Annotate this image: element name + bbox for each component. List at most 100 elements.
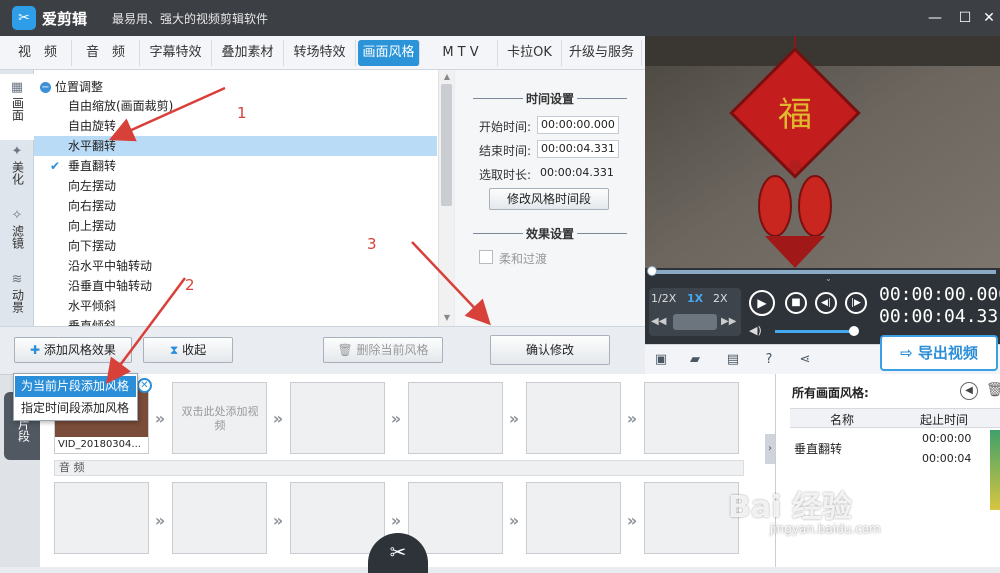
effect-group-header[interactable]: − 位置调整 [40, 78, 103, 94]
annotation-number-2: 2 [185, 276, 195, 294]
audio-slot[interactable] [172, 482, 267, 554]
tab-transitions[interactable]: 转场特效 [284, 40, 356, 66]
transition-arrow-icon: » [272, 409, 284, 428]
effect-item[interactable]: 自由缩放(画面裁剪) [34, 96, 437, 116]
filter-wand-icon: ✧ [11, 208, 23, 223]
remove-clip-icon[interactable]: ✕ [137, 378, 152, 393]
collapse-button[interactable]: ⧗ 收起 [143, 337, 233, 363]
audio-slot[interactable] [290, 482, 385, 554]
prev-frame-button[interactable]: ◀| [815, 292, 837, 314]
empty-clip-slot[interactable] [408, 382, 503, 454]
volume-icon[interactable]: ◀) [749, 324, 762, 337]
tab-overlay[interactable]: 叠加素材 [212, 40, 284, 66]
delete-style-icon[interactable]: 🗑 [986, 382, 1000, 398]
effect-item[interactable]: 水平倾斜 [34, 296, 437, 316]
help-icon[interactable]: ? [759, 351, 779, 369]
add-effect-button[interactable]: ✚ 添加风格效果 [14, 337, 132, 363]
empty-clip-slot[interactable] [290, 382, 385, 454]
transition-arrow-icon: » [626, 409, 638, 428]
share-icon[interactable]: ⋖ [795, 351, 815, 369]
scroll-thumb[interactable] [441, 84, 452, 206]
effect-item[interactable]: 向右摆动 [34, 196, 437, 216]
effect-item-checked[interactable]: ✔ 垂直翻转 [34, 156, 437, 176]
audio-slot[interactable] [526, 482, 621, 554]
effect-item[interactable]: 向上摆动 [34, 216, 437, 236]
chevron-down-icon[interactable]: ⌄ [825, 274, 832, 283]
effect-item-selected[interactable]: 水平翻转 [34, 136, 437, 156]
style-row-name[interactable]: 垂直翻转 [794, 440, 842, 457]
effect-item[interactable]: 自由旋转 [34, 116, 437, 136]
group-label: 位置调整 [55, 80, 104, 94]
main-tab-bar: 视 频 音 频 字幕特效 叠加素材 转场特效 画面风格 M T V 卡拉OK 升… [0, 36, 645, 70]
effect-item-label: 垂直翻转 [68, 159, 117, 173]
save-icon[interactable]: ▤ [723, 351, 743, 369]
volume-handle[interactable] [849, 326, 859, 336]
speed-2x-button[interactable]: 2X [713, 292, 728, 305]
audio-slot[interactable] [54, 482, 149, 554]
empty-clip-slot[interactable]: 双击此处添加视频 [172, 382, 267, 454]
minimize-button[interactable]: — [922, 6, 948, 30]
tab-upgrade[interactable]: 升级与服务 [562, 40, 642, 66]
jog-dial[interactable] [673, 314, 717, 330]
effect-item[interactable]: 沿水平中轴转动 [34, 256, 437, 276]
speed-half-button[interactable]: 1/2X [651, 292, 676, 305]
collapse-icon[interactable]: − [40, 82, 51, 93]
hourglass-icon: ⧗ [169, 343, 183, 357]
progress-handle[interactable] [647, 266, 657, 276]
end-time-field[interactable]: 00:00:04.331 [537, 140, 619, 158]
fast-forward-icon[interactable]: ▶▶ [721, 316, 736, 327]
effect-item[interactable]: 沿垂直中轴转动 [34, 276, 437, 296]
effect-item[interactable]: 向左摆动 [34, 176, 437, 196]
tab-karaoke[interactable]: 卡拉OK [498, 40, 562, 66]
smooth-transition-checkbox[interactable] [479, 250, 493, 264]
expand-panel-icon[interactable]: › [765, 434, 775, 464]
end-time-label: 结束时间: [479, 144, 532, 158]
volume-slider[interactable] [775, 330, 853, 333]
slow-rewind-icon[interactable]: ◀◀ [651, 316, 666, 327]
maximize-button[interactable]: ☐ [952, 6, 978, 30]
add-to-current-clip-item[interactable]: 为当前片段添加风格 [15, 376, 136, 397]
side-tab-picture[interactable]: ▦ 画面 [0, 74, 34, 140]
scroll-down-icon[interactable]: ▼ [441, 312, 453, 324]
effect-item[interactable]: 向下摆动 [34, 236, 437, 256]
tab-audio[interactable]: 音 频 [72, 40, 140, 66]
side-tab-motion[interactable]: ≋ 动景 [0, 266, 34, 332]
speed-1x-button[interactable]: 1X [687, 292, 703, 305]
playback-progress-bar[interactable] [651, 270, 996, 274]
collapse-label: 收起 [182, 343, 207, 357]
style-row-end: 00:00:04 [922, 452, 972, 465]
tab-subtitle-effects[interactable]: 字幕特效 [140, 40, 212, 66]
side-tab-beautify[interactable]: ✦ 美化 [0, 138, 34, 204]
effect-settings-title: 效果设置 [455, 225, 645, 241]
close-button[interactable]: ✕ [976, 6, 1000, 30]
empty-clip-slot[interactable] [526, 382, 621, 454]
tab-picture-style[interactable]: 画面风格 [358, 40, 420, 66]
tools-strip: ▣ ▰ ▤ ? ⋖ ⇨ 导出视频 [645, 335, 1000, 374]
confirm-modify-button[interactable]: 确认修改 [490, 335, 610, 365]
tab-video[interactable]: 视 频 [4, 40, 72, 66]
empty-clip-slot[interactable] [644, 382, 739, 454]
audio-slot[interactable] [644, 482, 739, 554]
modify-time-button[interactable]: 修改风格时间段 [489, 188, 609, 210]
side-tab-bar: ▦ 画面 ✦ 美化 ✧ 滤镜 ≋ 动景 [0, 70, 34, 326]
stop-button[interactable]: ■ [785, 292, 807, 314]
app-logo-icon: ✂ [12, 6, 36, 30]
delete-effect-button[interactable]: 🗑 删除当前风格 [323, 337, 443, 363]
effect-list-scrollbar[interactable]: ▲ ▼ [438, 70, 454, 326]
scroll-up-icon[interactable]: ▲ [441, 71, 453, 83]
side-tab-filter[interactable]: ✧ 滤镜 [0, 202, 34, 268]
open-folder-icon[interactable]: ▰ [685, 351, 705, 369]
effect-item[interactable]: 垂直倾斜 [34, 316, 437, 326]
export-video-button[interactable]: ⇨ 导出视频 [880, 335, 998, 371]
new-project-icon[interactable]: ▣ [651, 351, 671, 369]
add-to-time-range-item[interactable]: 指定时间段添加风格 [15, 398, 136, 419]
tab-mtv[interactable]: M T V [424, 40, 498, 66]
add-effect-label: 添加风格效果 [43, 343, 116, 357]
transition-arrow-icon: » [390, 409, 402, 428]
audio-slot[interactable] [408, 482, 503, 554]
next-frame-button[interactable]: |▶ [845, 292, 867, 314]
back-icon[interactable]: ◀ [960, 382, 978, 400]
side-tab-label: 动景 [10, 289, 25, 313]
start-time-field[interactable]: 00:00:00.000 [537, 116, 619, 134]
play-button[interactable]: ▶ [749, 290, 775, 316]
